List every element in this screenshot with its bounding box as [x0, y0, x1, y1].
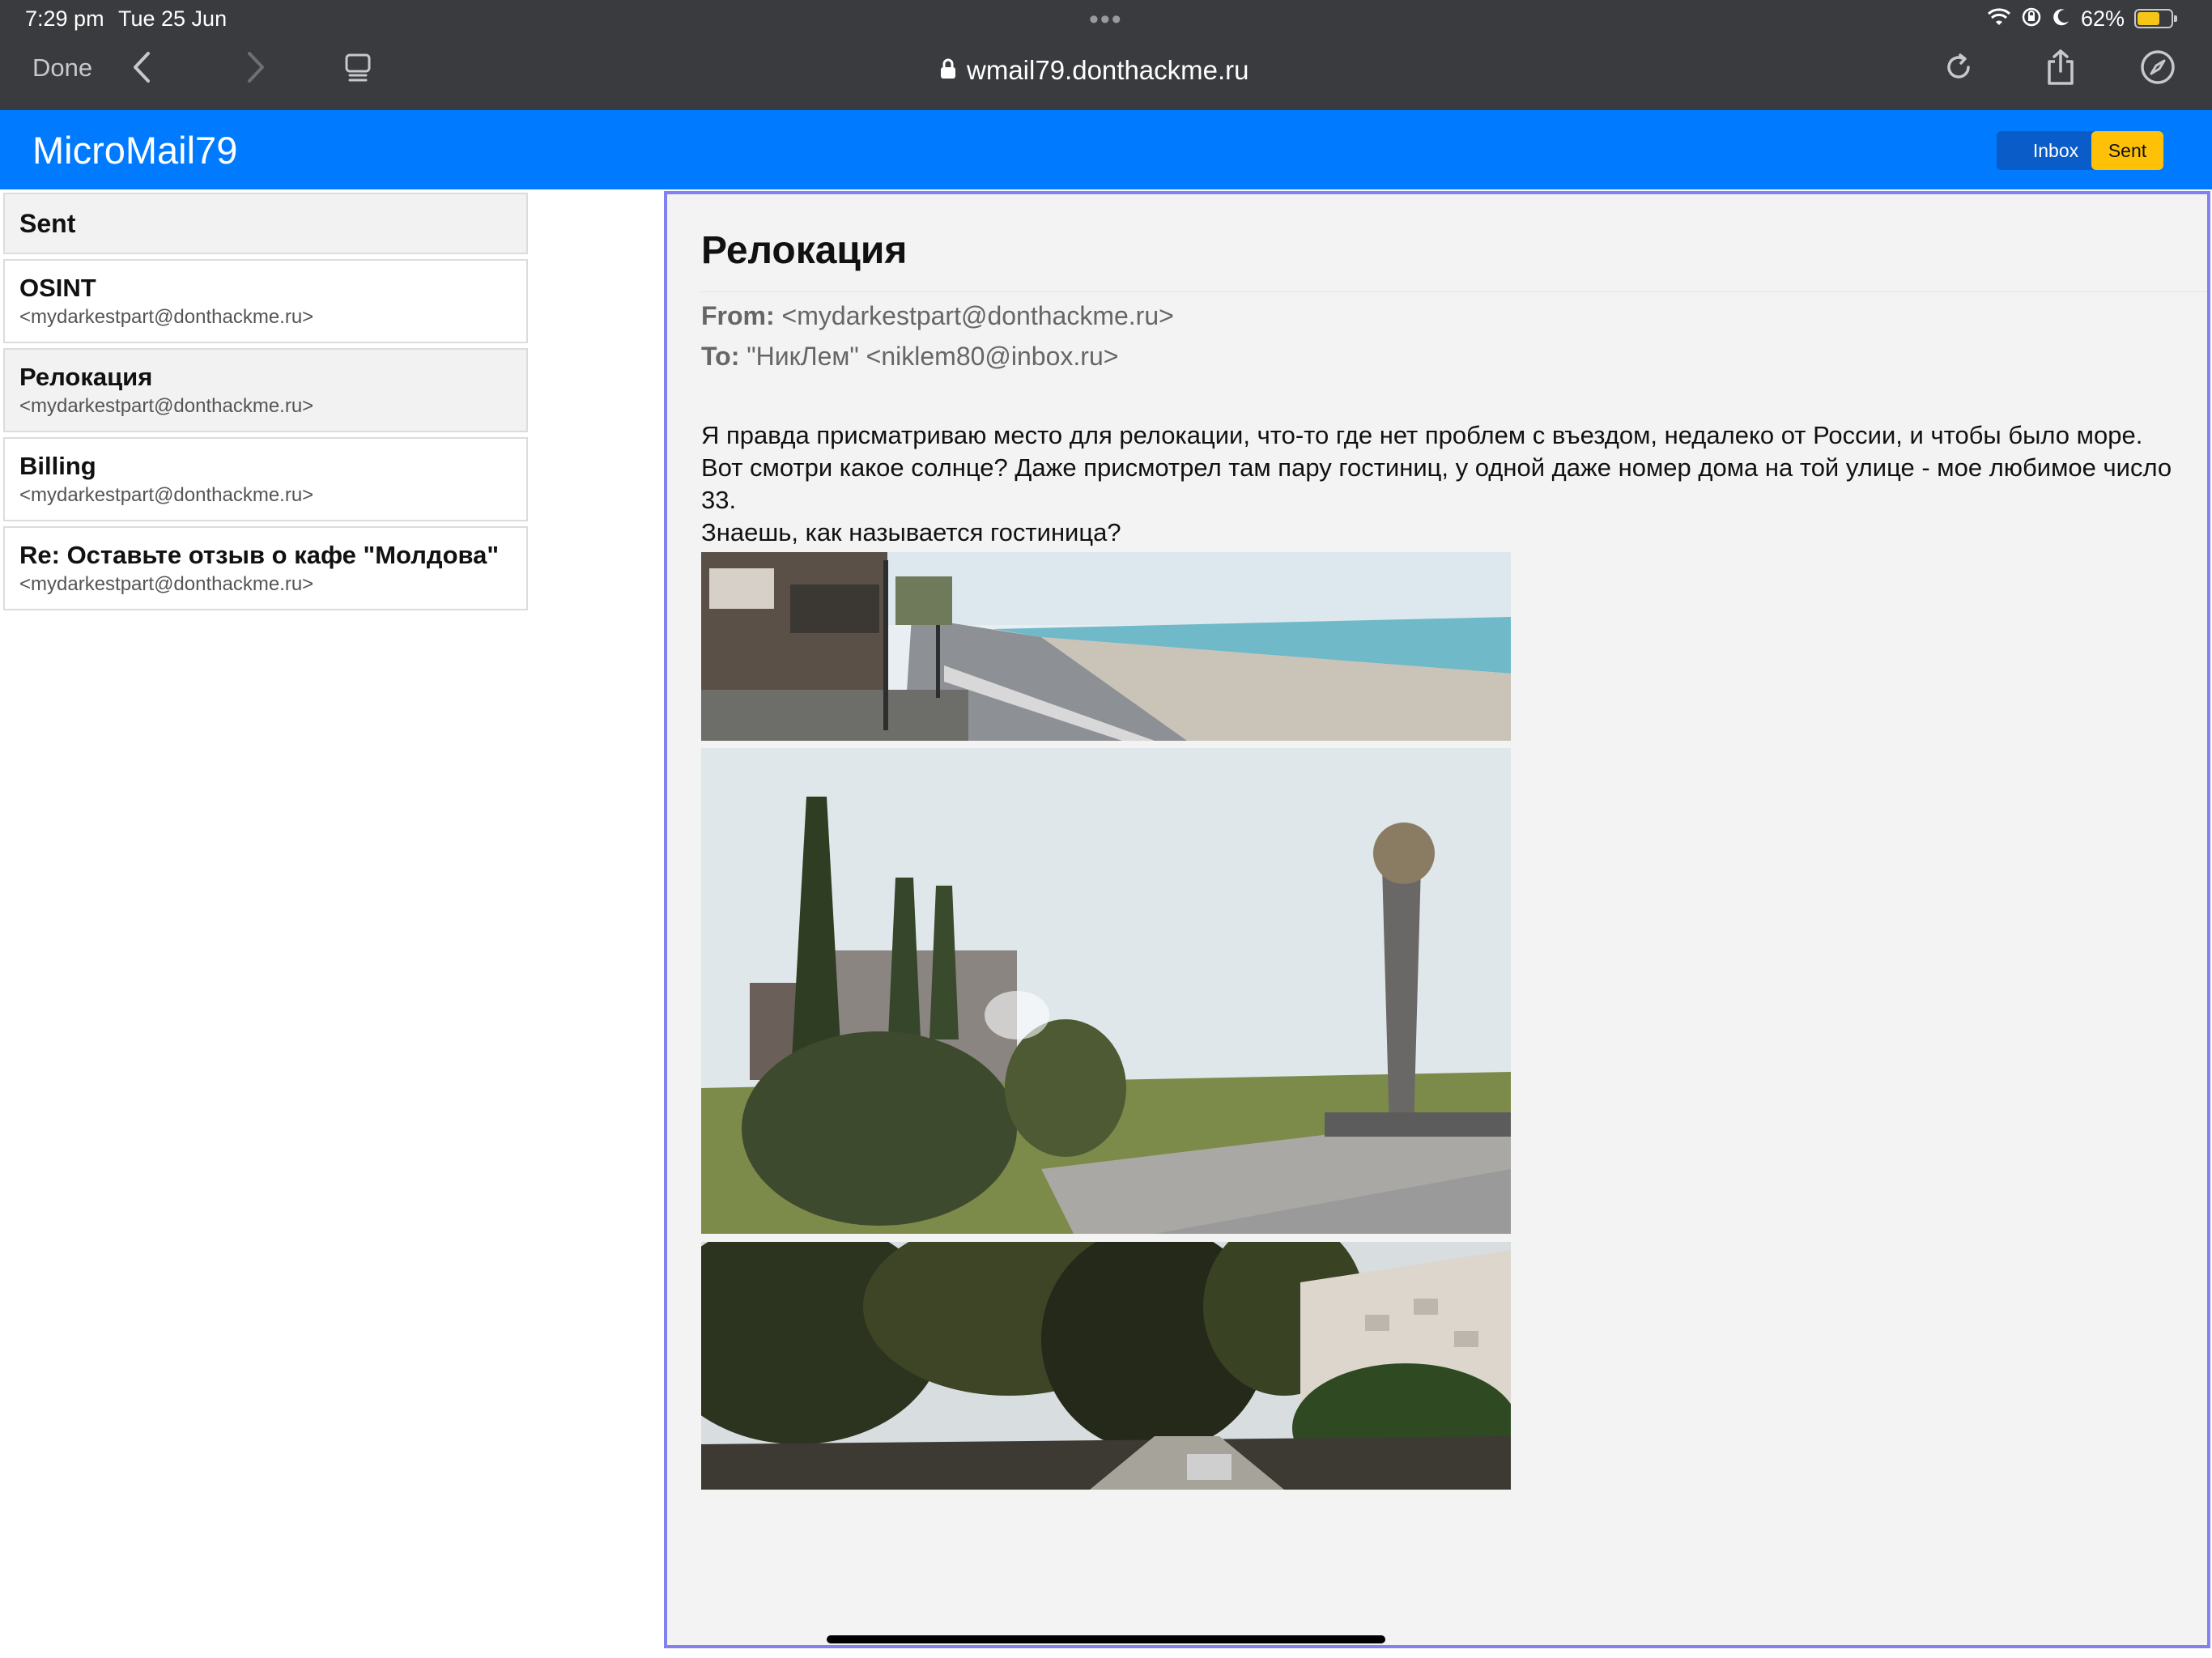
from-label: From:: [701, 301, 775, 330]
share-icon[interactable]: [2042, 49, 2079, 86]
status-time: 7:29 pm: [25, 6, 104, 31]
mail-subject: Billing: [19, 452, 96, 480]
message-body: Я правда присматриваю место для релокаци…: [701, 419, 2199, 549]
mail-sidebar: Sent OSINT <mydarkestpart@donthackme.ru>…: [3, 193, 528, 610]
mail-list-item-selected[interactable]: Релокация <mydarkestpart@donthackme.ru>: [3, 348, 528, 432]
mail-sender: <mydarkestpart@donthackme.ru>: [19, 484, 314, 506]
url-text: wmail79.donthackme.ru: [967, 55, 1249, 85]
message-subject: Релокация: [701, 229, 908, 272]
message-from-line: From: <mydarkestpart@donthackme.ru>: [701, 301, 1174, 331]
body-paragraph: Я правда присматриваю место для релокаци…: [701, 421, 2143, 449]
app-header: MicroMail79 Inbox Sent: [0, 110, 2212, 189]
battery-percent: 62%: [2080, 6, 2125, 31]
wifi-icon: [1987, 7, 2011, 31]
lock-icon: [939, 57, 957, 84]
from-address: <mydarkestpart@donthackme.ru>: [781, 301, 1174, 330]
back-chevron-icon[interactable]: [123, 49, 160, 86]
multitasking-dots-icon[interactable]: •••: [1089, 6, 1123, 33]
done-button[interactable]: Done: [32, 53, 92, 83]
photo-street-trees: [701, 1242, 1511, 1490]
reload-icon[interactable]: [1940, 49, 1977, 86]
mail-list-item[interactable]: Billing <mydarkestpart@donthackme.ru>: [3, 437, 528, 521]
address-bar[interactable]: wmail79.donthackme.ru: [939, 52, 1249, 89]
home-indicator: [827, 1635, 1385, 1643]
mail-subject: Re: Оставьте отзыв о кафе "Молдова": [19, 541, 500, 569]
message-view: Релокация From: <mydarkestpart@donthackm…: [664, 191, 2210, 1648]
to-address: "НикЛем" <niklem80@inbox.ru>: [747, 342, 1119, 371]
mail-list-item[interactable]: OSINT <mydarkestpart@donthackme.ru>: [3, 259, 528, 343]
sent-button[interactable]: Sent: [2091, 131, 2163, 170]
message-to-line: To: "НикЛем" <niklem80@inbox.ru>: [701, 342, 1118, 372]
status-icons: 62%: [1987, 5, 2177, 32]
photo-seaside-promenade: [701, 552, 1511, 741]
mail-sender: <mydarkestpart@donthackme.ru>: [19, 395, 314, 417]
folder-heading: Sent: [3, 193, 528, 254]
mail-list-item[interactable]: Re: Оставьте отзыв о кафе "Молдова" <myd…: [3, 526, 528, 610]
battery-icon: [2134, 9, 2177, 28]
mail-subject: Релокация: [19, 363, 153, 391]
to-label: To:: [701, 342, 740, 371]
header-divider: [701, 291, 2207, 292]
mail-subject: OSINT: [19, 274, 96, 302]
body-paragraph: Знаешь, как называется гостиница?: [701, 518, 1121, 546]
mail-sender: <mydarkestpart@donthackme.ru>: [19, 306, 314, 328]
forward-chevron-icon[interactable]: [237, 49, 274, 86]
moon-icon: [2052, 7, 2071, 31]
orientation-lock-icon: [2021, 6, 2042, 32]
body-paragraph: Вот смотри какое солнце? Даже присмотрел…: [701, 453, 2172, 514]
compass-icon[interactable]: [2139, 49, 2176, 86]
browser-chrome: 7:29 pm Tue 25 Jun ••• 62% Done wmail79.…: [0, 0, 2212, 110]
photo-park-monument: [701, 748, 1511, 1234]
tabs-overview-icon[interactable]: [339, 49, 376, 86]
status-date: Tue 25 Jun: [118, 6, 228, 31]
app-title[interactable]: MicroMail79: [32, 128, 237, 172]
mail-sender: <mydarkestpart@donthackme.ru>: [19, 573, 314, 595]
